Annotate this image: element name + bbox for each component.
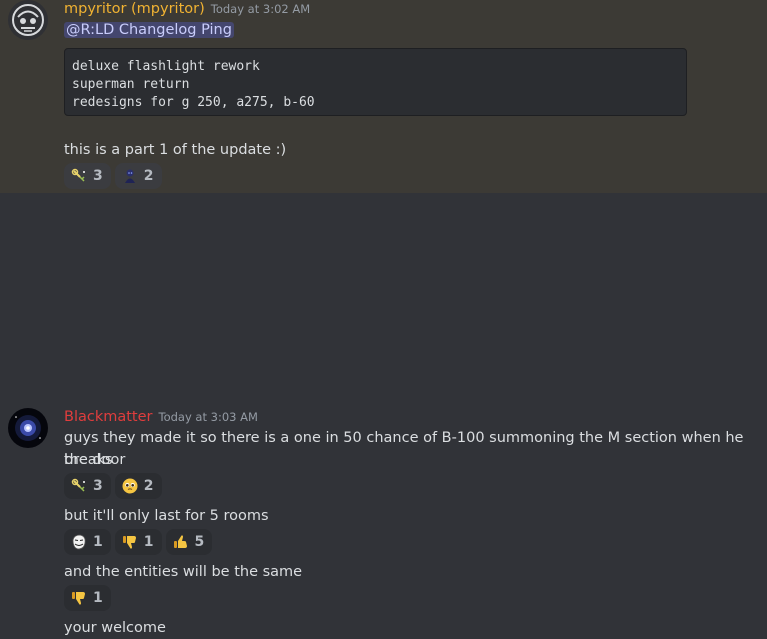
reaction-sparkle-key[interactable]: 3: [64, 163, 111, 189]
reaction-count: 2: [143, 168, 154, 184]
reaction-count: 1: [143, 534, 154, 550]
reaction-count: 5: [194, 534, 205, 550]
reactions-row: 1 1 5: [64, 529, 213, 555]
code-line: superman return: [72, 77, 190, 92]
mention-line: @R:LD Changelog Ping: [64, 19, 234, 41]
message-text: this is a part 1 of the update :): [64, 142, 287, 158]
timestamp: Today at 3:03 AM: [158, 410, 258, 424]
code-line: deluxe flashlight rework: [72, 59, 260, 74]
thumbs-down-emoji-icon: [71, 590, 87, 606]
avatar[interactable]: [8, 0, 48, 40]
message-text: the door: [64, 452, 126, 468]
message-text: but it'll only last for 5 rooms: [64, 508, 269, 524]
dark-figure-emoji-icon: [122, 168, 138, 184]
message-text: and the entities will be the same: [64, 564, 303, 580]
message-group-blackmatter: Blackmatter Today at 3:03 AM guys they ma…: [0, 193, 767, 636]
message-group-mpyritor: mpyritor (mpyritor) Today at 3:02 AM @R:L…: [0, 0, 767, 193]
reactions-row: 1: [64, 585, 111, 611]
sparkle-key-emoji-icon: [71, 168, 87, 184]
message-header: Blackmatter Today at 3:03 AM: [64, 406, 258, 425]
reaction-thumbs-up[interactable]: 5: [165, 529, 213, 555]
reaction-thumbs-down[interactable]: 1: [114, 529, 162, 555]
timestamp: Today at 3:02 AM: [210, 2, 311, 16]
code-block: deluxe flashlight rework superman return r…: [64, 48, 687, 116]
reaction-count: 1: [93, 534, 103, 550]
reactions-row: 3 2: [64, 473, 162, 499]
reaction-count: 3: [93, 478, 103, 494]
troll-face-emoji-icon: [71, 534, 87, 550]
thumbs-up-emoji-icon: [173, 534, 189, 550]
reaction-count: 1: [93, 590, 103, 606]
author-name[interactable]: mpyritor (mpyritor): [64, 1, 205, 17]
sparkle-key-emoji-icon: [71, 478, 87, 494]
pleading-face-emoji-icon: [122, 478, 138, 494]
thumbs-down-emoji-icon: [122, 534, 138, 550]
message-header: mpyritor (mpyritor) Today at 3:02 AM: [64, 0, 310, 17]
reaction-count: 2: [143, 478, 154, 494]
reaction-pleading-face[interactable]: 2: [114, 473, 162, 499]
reaction-count: 3: [93, 168, 103, 184]
reaction-sparkle-key[interactable]: 3: [64, 473, 111, 499]
reaction-dark-figure[interactable]: 2: [114, 163, 162, 189]
code-line: redesigns for g 250, a275, b-60: [72, 95, 315, 110]
avatar[interactable]: [8, 408, 48, 448]
reaction-thumbs-down[interactable]: 1: [64, 585, 111, 611]
message-text: guys they made it so there is a one in 5…: [64, 430, 744, 468]
reactions-row: 3 2: [64, 163, 162, 189]
reaction-troll-face[interactable]: 1: [64, 529, 111, 555]
role-mention[interactable]: @R:LD Changelog Ping: [64, 22, 234, 38]
message-text: your welcome: [64, 620, 166, 636]
author-name[interactable]: Blackmatter: [64, 409, 153, 425]
